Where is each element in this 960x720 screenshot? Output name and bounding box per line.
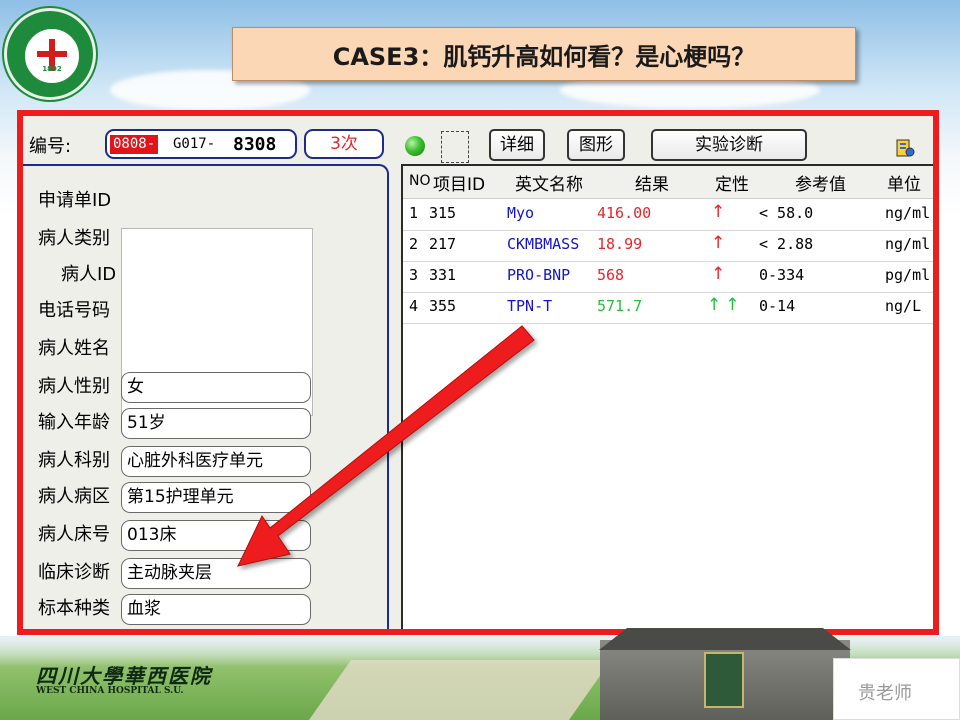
patient-info-panel: 申请单ID 病人类别 病人ID 电话号码 病人姓名 病人性别 女 输入年龄 51… [23,164,389,629]
col-header-no[interactable]: NO [409,173,431,189]
col-header-reference[interactable]: 参考值 [795,170,846,195]
lab-system-window: 编号: 0808- G017- 8308 3次 详细 图形 实验诊断 申请单ID… [23,116,933,629]
label-name: 病人姓名 [38,338,110,359]
cell-result: 18.99 [597,235,643,253]
cell-reference: 0-334 [759,266,805,284]
cell-unit: ng/ml [885,204,931,222]
placeholder-box[interactable] [441,131,469,163]
label-diagnosis: 临床诊断 [38,562,110,583]
col-header-flag[interactable]: 定性 [715,170,749,195]
ward-field[interactable]: 第15护理单元 [121,482,311,513]
label-request-id: 申请单ID [38,190,112,211]
label-specimen: 标本种类 [38,598,110,619]
cell-item-id: 355 [429,297,457,315]
bed-field[interactable]: 013床 [121,520,311,551]
id-number: 8308 [233,134,277,155]
id-prefix: 0808- [110,135,159,154]
hospital-logo: 1892 [4,8,96,100]
watermark: 贵老师 [833,658,960,720]
status-light-icon [405,136,425,156]
cell-flag-up-icon: ↑ [711,233,726,253]
detail-button[interactable]: 详细 [489,129,545,161]
table-row[interactable]: 3 331 PRO-BNP 568 ↑ 0-334 pg/ml [403,261,933,293]
cell-flag-double-up-icon: ↑↑ [707,295,744,315]
cell-result: 568 [597,266,625,284]
footer-hospital-name-en: WEST CHINA HOSPITAL S.U. [36,686,184,696]
results-table: NO 项目ID 英文名称 结果 定性 参考值 单位 1 315 Myo 416.… [401,164,933,629]
label-sex: 病人性别 [38,376,110,397]
sex-field[interactable]: 女 [121,372,311,403]
cell-name-en: TPN-T [507,297,553,315]
watermark-text: 贵老师 [858,683,912,704]
highlight-frame: 编号: 0808- G017- 8308 3次 详细 图形 实验诊断 申请单ID… [17,110,939,635]
label-patient-id: 病人ID [61,264,117,285]
table-row[interactable]: 4 355 TPN-T 571.7 ↑↑ 0-14 ng/L [403,292,933,324]
table-header-row: NO 项目ID 英文名称 结果 定性 参考值 单位 [403,166,933,199]
cell-result: 416.00 [597,204,652,222]
specimen-field[interactable]: 血浆 [121,594,311,625]
logo-emblem: 1892 [23,27,81,85]
footer-building-sign [704,652,744,708]
cell-no: 4 [409,297,419,315]
cell-no: 1 [409,204,419,222]
slide-title: CASE3：肌钙升高如何看？是心梗吗？ [332,42,756,71]
cell-name-en: PRO-BNP [507,266,571,284]
id-label: 编号: [29,136,72,157]
cell-no: 2 [409,235,419,253]
cell-reference: < 58.0 [759,204,814,222]
lab-diagnosis-button[interactable]: 实验诊断 [651,129,807,161]
id-middle: G017- [173,136,216,152]
col-header-name-en[interactable]: 英文名称 [515,170,583,195]
cell-unit: ng/ml [885,235,931,253]
label-age: 输入年龄 [38,412,110,433]
diagnosis-field[interactable]: 主动脉夹层 [121,558,311,589]
label-ward: 病人病区 [38,486,110,507]
label-patient-type: 病人类别 [38,228,110,249]
col-header-item-id[interactable]: 项目ID [433,170,485,195]
cell-flag-up-icon: ↑ [711,202,726,222]
slide-title-box: CASE3：肌钙升高如何看？是心梗吗？ [232,27,856,81]
cell-item-id: 331 [429,266,457,284]
cell-flag-up-icon: ↑ [711,264,726,284]
col-header-result[interactable]: 结果 [635,170,669,195]
cell-item-id: 315 [429,204,457,222]
graph-button[interactable]: 图形 [567,129,625,161]
col-header-unit[interactable]: 单位 [887,170,921,195]
age-field[interactable]: 51岁 [121,408,311,439]
cell-unit: ng/L [885,297,922,315]
logo-year: 1892 [42,65,62,73]
specimen-id-field[interactable]: 0808- G017- 8308 [105,129,297,159]
cell-unit: pg/ml [885,266,931,284]
test-count-badge: 3次 [304,129,384,159]
label-department: 病人科别 [38,450,110,471]
cell-name-en: Myo [507,204,535,222]
cell-no: 3 [409,266,419,284]
report-tool-icon[interactable] [895,136,915,160]
department-field[interactable]: 心脏外科医疗单元 [121,446,311,477]
cell-reference: 0-14 [759,297,796,315]
cell-item-id: 217 [429,235,457,253]
table-row[interactable]: 1 315 Myo 416.00 ↑ < 58.0 ng/ml [403,199,933,231]
cell-name-en: CKMBMASS [507,235,580,253]
logo-cross [37,51,67,57]
footer-hospital-name: 四川大學華西医院 [36,664,212,688]
footer-building-roof [599,628,851,650]
footer-path [308,660,612,720]
table-row[interactable]: 2 217 CKMBMASS 18.99 ↑ < 2.88 ng/ml [403,230,933,262]
cell-result: 571.7 [597,297,643,315]
label-bed: 病人床号 [38,524,110,545]
label-phone: 电话号码 [38,300,110,321]
cell-reference: < 2.88 [759,235,814,253]
